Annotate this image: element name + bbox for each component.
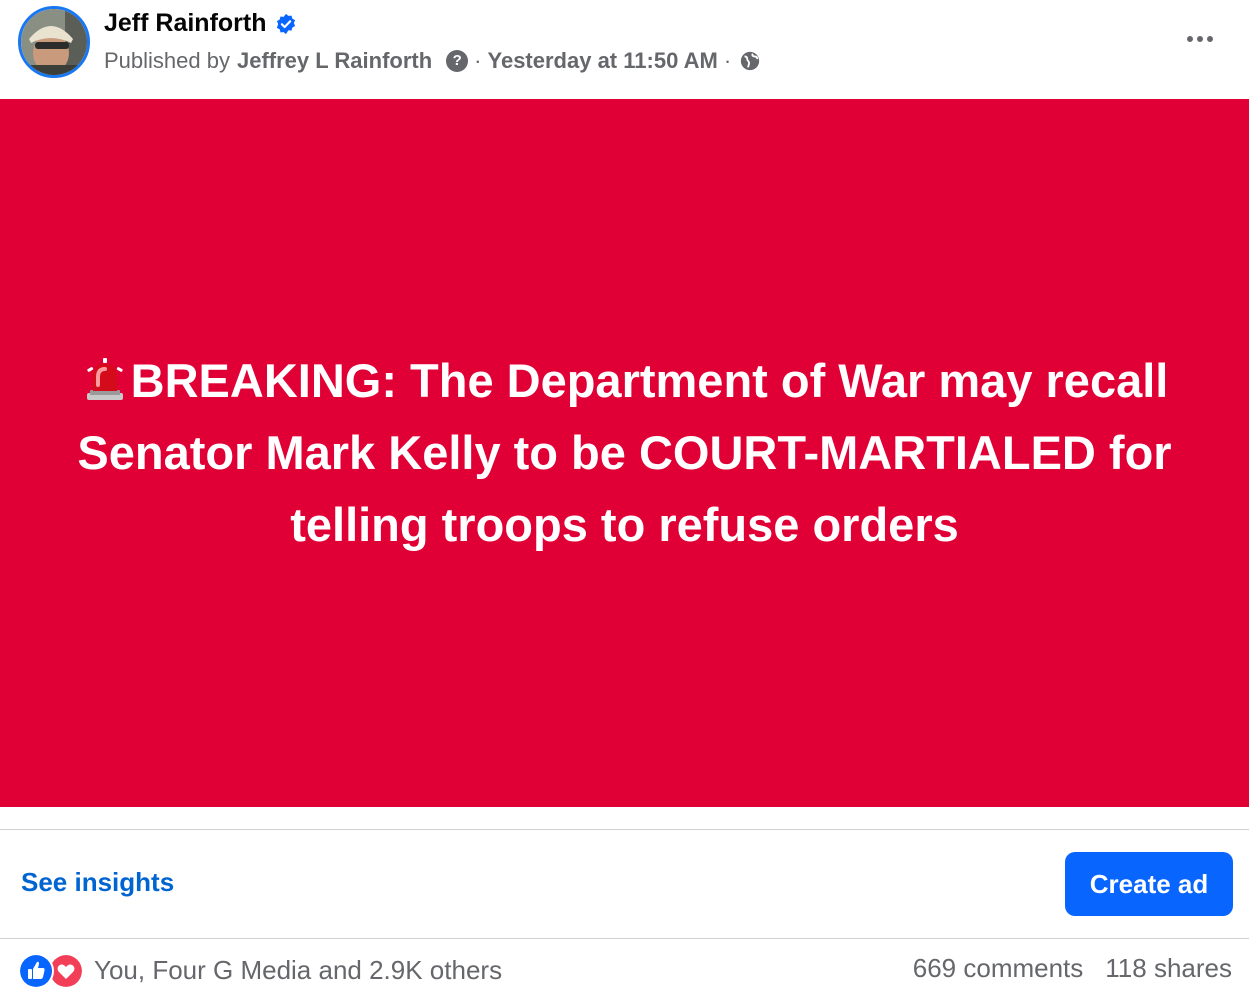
divider: [0, 938, 1249, 939]
reactions-text: You, Four G Media and 2.9K others: [94, 954, 503, 985]
post-text-card: BREAKING: The Department of War may reca…: [0, 99, 1249, 807]
published-by-label: Published by: [104, 48, 230, 73]
like-icon: [18, 953, 54, 989]
publisher-name[interactable]: Jeffrey L Rainforth: [237, 48, 432, 74]
post-meta: Published by Jeffrey L Rainforth ? · Yes…: [104, 48, 761, 74]
post-body: BREAKING: The Department of War may reca…: [35, 345, 1215, 561]
author-name[interactable]: Jeff Rainforth: [104, 9, 267, 38]
globe-icon[interactable]: [739, 50, 761, 72]
avatar[interactable]: [18, 6, 90, 78]
post-timestamp[interactable]: Yesterday at 11:50 AM: [488, 48, 718, 74]
dot: [1197, 36, 1203, 42]
separator: ·: [474, 48, 482, 73]
dot: [1207, 36, 1213, 42]
more-options-button[interactable]: [1180, 24, 1220, 54]
post-header: Jeff Rainforth Published by Jeffrey L Ra…: [0, 0, 1249, 99]
engagement-counts: 669 comments 118 shares: [913, 953, 1232, 984]
post-headline: BREAKING: The Department of War may reca…: [77, 354, 1172, 551]
reactions-summary[interactable]: You, Four G Media and 2.9K others: [18, 953, 503, 989]
avatar-photo: [21, 9, 87, 75]
dot: [1187, 36, 1193, 42]
divider: [0, 829, 1249, 830]
verified-badge-icon: [276, 13, 295, 34]
comments-count[interactable]: 669 comments: [913, 953, 1084, 984]
siren-icon: [86, 358, 123, 400]
question-icon[interactable]: ?: [446, 50, 469, 72]
shares-count[interactable]: 118 shares: [1105, 953, 1232, 984]
reaction-icons: [18, 953, 84, 989]
see-insights-link[interactable]: See insights: [21, 867, 174, 898]
create-ad-button[interactable]: Create ad: [1065, 852, 1233, 916]
separator: ·: [723, 48, 732, 73]
